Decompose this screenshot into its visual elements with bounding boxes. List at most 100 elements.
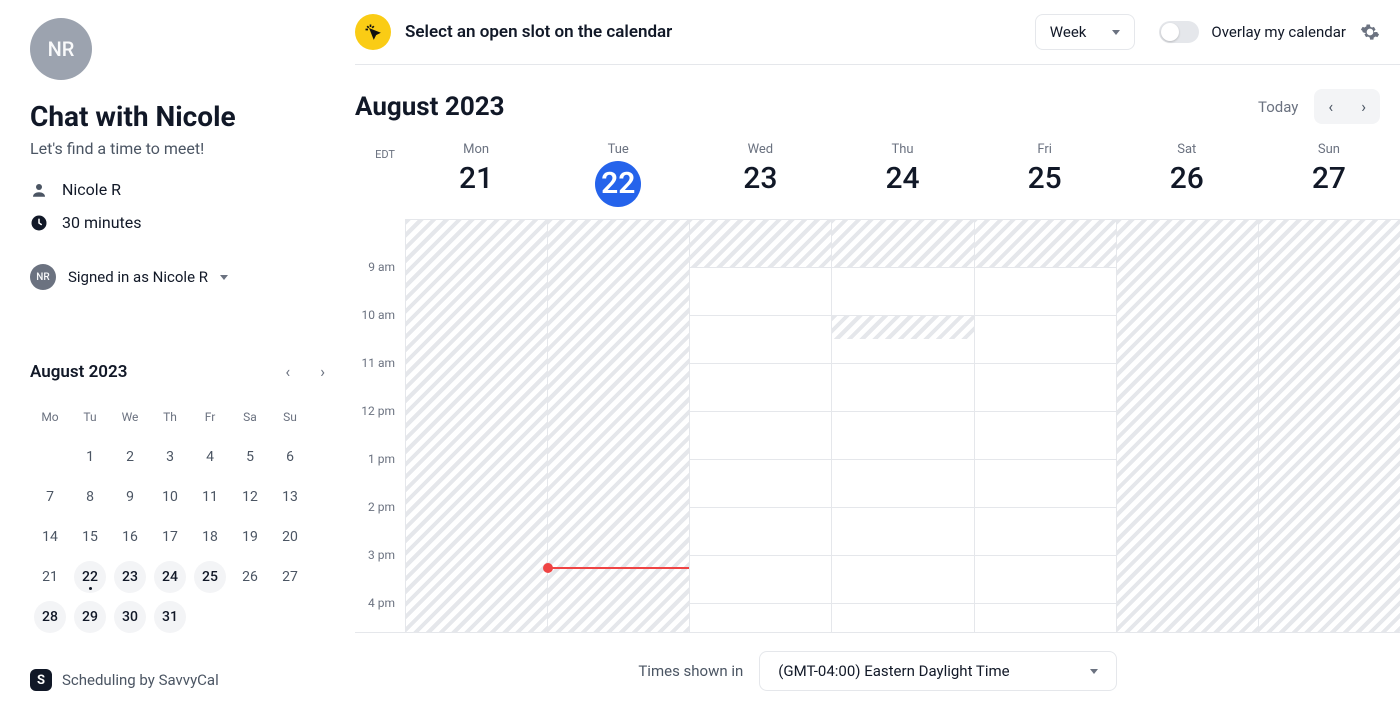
mini-day: 8: [74, 481, 106, 513]
host-avatar: NR: [30, 18, 92, 80]
mini-day: 13: [274, 481, 306, 513]
mini-dow: We: [110, 397, 150, 437]
powered-label: Scheduling by SavvyCal: [62, 671, 219, 689]
day-header-num: 22: [595, 161, 641, 207]
day-column[interactable]: [547, 219, 689, 632]
day-column[interactable]: [405, 219, 547, 632]
day-column[interactable]: [831, 219, 973, 632]
mini-next-month[interactable]: ›: [314, 360, 331, 383]
day-column[interactable]: [974, 219, 1116, 632]
hour-line: [975, 507, 1116, 508]
mini-day[interactable]: 22: [74, 561, 106, 593]
day-header-dow: Mon: [405, 142, 547, 157]
mini-day: 20: [274, 521, 306, 553]
mini-day[interactable]: 28: [34, 601, 66, 633]
day-header: Wed23: [689, 142, 831, 207]
mini-day: 21: [34, 561, 66, 593]
hour-line: [832, 267, 973, 268]
mini-day: 18: [194, 521, 226, 553]
mini-prev-month[interactable]: ‹: [279, 360, 296, 383]
time-label: 10 am: [355, 308, 405, 356]
day-header: Fri25: [974, 142, 1116, 207]
day-header-dow: Sat: [1116, 142, 1258, 157]
pointer-click-icon: [355, 14, 391, 50]
calendar-month-title: August 2023: [355, 92, 1258, 122]
time-label: 4 pm: [355, 596, 405, 632]
mini-day[interactable]: 31: [154, 601, 186, 633]
hour-line: [690, 411, 831, 412]
mini-day: 16: [114, 521, 146, 553]
signed-in-avatar: NR: [30, 264, 56, 290]
mini-day[interactable]: 24: [154, 561, 186, 593]
today-button[interactable]: Today: [1258, 98, 1298, 116]
chevron-down-icon: [1090, 669, 1098, 674]
mini-day: 15: [74, 521, 106, 553]
mini-dow: Su: [270, 397, 310, 437]
day-header: Tue22: [547, 142, 689, 207]
mini-day: 26: [234, 561, 266, 593]
day-header-num: 26: [1116, 161, 1258, 196]
hour-line: [690, 555, 831, 556]
mini-day: 10: [154, 481, 186, 513]
hour-line: [975, 555, 1116, 556]
day-column[interactable]: [1258, 219, 1400, 632]
day-header-dow: Fri: [974, 142, 1116, 157]
busy-block: [832, 219, 973, 267]
mini-dow: Sa: [230, 397, 270, 437]
hour-line: [975, 411, 1116, 412]
time-label: 1 pm: [355, 452, 405, 500]
hour-line: [975, 315, 1116, 316]
hour-line: [832, 507, 973, 508]
overlay-toggle[interactable]: [1159, 21, 1199, 43]
prev-week-button[interactable]: ‹: [1314, 89, 1347, 124]
time-label: 12 pm: [355, 404, 405, 452]
mini-day[interactable]: 29: [74, 601, 106, 633]
mini-dow: Mo: [30, 397, 70, 437]
day-header: Sun 27: [1258, 142, 1400, 207]
clock-icon: [30, 214, 48, 232]
hour-line: [690, 459, 831, 460]
mini-day: 11: [194, 481, 226, 513]
day-header: Thu24: [831, 142, 973, 207]
overlay-label: Overlay my calendar: [1211, 23, 1346, 41]
hour-line: [690, 363, 831, 364]
mini-day: 14: [34, 521, 66, 553]
page-subtitle: Let's find a time to meet!: [30, 139, 331, 158]
mini-day: 1: [74, 441, 106, 473]
mini-day[interactable]: 30: [114, 601, 146, 633]
hour-line: [975, 603, 1116, 604]
mini-day[interactable]: 23: [114, 561, 146, 593]
hour-line: [832, 411, 973, 412]
timezone-select[interactable]: (GMT-04:00) Eastern Daylight Time: [759, 651, 1116, 691]
time-label: 2 pm: [355, 500, 405, 548]
person-icon: [30, 181, 48, 199]
day-header-num: 23: [689, 161, 831, 196]
view-select[interactable]: Week: [1035, 14, 1136, 50]
hour-line: [975, 267, 1116, 268]
day-header-dow: Sun: [1258, 142, 1400, 157]
powered-by[interactable]: S Scheduling by SavvyCal: [30, 649, 331, 691]
day-header-num: 24: [831, 161, 973, 196]
chevron-down-icon: [220, 275, 228, 280]
mini-day: 12: [234, 481, 266, 513]
busy-block: [690, 219, 831, 267]
busy-block: [406, 219, 547, 632]
next-week-button[interactable]: ›: [1347, 89, 1380, 124]
mini-dow: Tu: [70, 397, 110, 437]
time-label: 9 am: [355, 260, 405, 308]
mini-day[interactable]: 25: [194, 561, 226, 593]
signed-in-menu[interactable]: NR Signed in as Nicole R: [30, 264, 331, 290]
day-column[interactable]: [689, 219, 831, 632]
hour-line: [690, 267, 831, 268]
hour-line: [975, 363, 1116, 364]
day-column[interactable]: [1116, 219, 1258, 632]
busy-block: [548, 219, 689, 632]
hour-line: [832, 459, 973, 460]
hour-line: [832, 603, 973, 604]
mini-day: 27: [274, 561, 306, 593]
mini-dow: Fr: [190, 397, 230, 437]
day-header-num: 27: [1258, 161, 1400, 196]
gear-icon[interactable]: [1360, 22, 1380, 42]
topbar-title: Select an open slot on the calendar: [405, 22, 1035, 42]
hour-line: [975, 459, 1116, 460]
